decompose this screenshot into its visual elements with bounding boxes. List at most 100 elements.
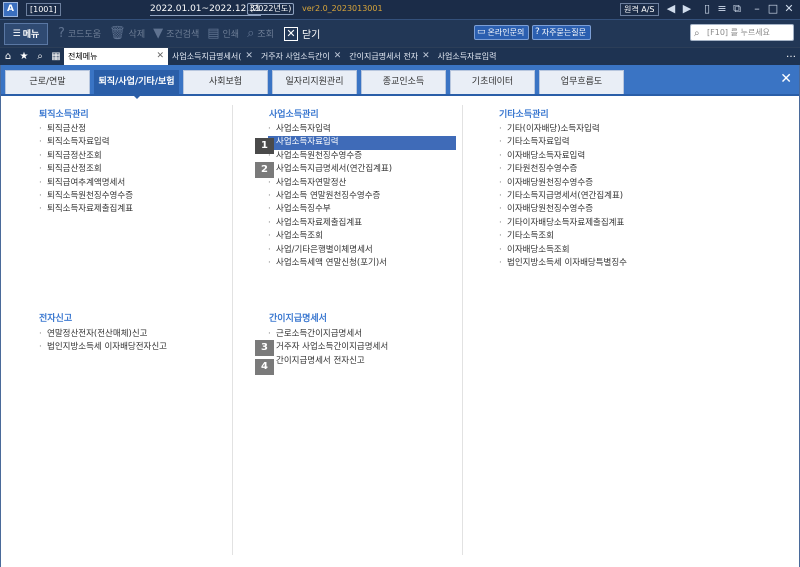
- forward-arrow-icon[interactable]: ▶: [680, 2, 694, 16]
- menu-item[interactable]: 사업소득세액 연말신청(포기)서: [268, 257, 456, 271]
- menu-item[interactable]: 사업소득자료제출집계표: [268, 217, 456, 231]
- tab-simple-statement[interactable]: 간이지급명세서 전자 ✕: [345, 48, 433, 65]
- menu-item[interactable]: 퇴직금산정조회: [39, 163, 133, 177]
- list-view-icon[interactable]: ≡: [715, 2, 729, 16]
- period-range[interactable]: 2022.01.01~2022.12.31: [150, 3, 261, 16]
- magnifier-icon: ⌕: [247, 26, 255, 41]
- menu-item[interactable]: 사업/기타은행별이체명세서: [268, 244, 456, 258]
- tab-business-income-data[interactable]: 사업소득자료입력: [434, 48, 501, 65]
- inquiry-label: 조회: [257, 30, 274, 40]
- category-tab[interactable]: 종교인소득: [361, 70, 446, 94]
- business-menu-list: 사업소득자입력사업소득자료입력사업소득원천징수영수증사업소득지급명세서(연간집계…: [268, 123, 456, 271]
- category-tab[interactable]: 업무흐름도: [539, 70, 624, 94]
- section-title-retirement: 퇴직소득관리: [39, 110, 89, 120]
- menu-item[interactable]: 기타원천징수영수증: [499, 163, 627, 177]
- menu-item[interactable]: 기타(이자배당)소득자입력: [499, 123, 627, 137]
- company-code[interactable]: [1001]: [26, 3, 61, 16]
- book-icon[interactable]: ▯: [700, 2, 714, 16]
- all-menu-panel: 근로/연말 퇴직/사업/기타/보험 사회보험 일자리지원관리 종교인소득 기초데…: [0, 65, 800, 567]
- tab-resident-business[interactable]: 거주자 사업소득간이 ✕: [257, 48, 345, 65]
- maximize-icon[interactable]: □: [766, 2, 780, 16]
- faq-button[interactable]: ? 자주묻는질문: [532, 25, 591, 40]
- inquiry-button[interactable]: ⌕ 조회: [243, 23, 278, 45]
- simple-statement-menu-list: 근로소득간이지급명세서거주자 사업소득간이지급명세서간이지급명세서 전자신고: [268, 328, 388, 369]
- menu-item[interactable]: 퇴직급여추계액명세서: [39, 177, 133, 191]
- search-icon[interactable]: ⌕: [32, 48, 48, 65]
- menu-item[interactable]: 연말정산전자(전산매체)신고: [39, 328, 167, 342]
- menu-item[interactable]: 법인지방소득세 이자배당전자신고: [39, 341, 167, 355]
- code-help-button[interactable]: ? 코드도움: [54, 23, 105, 45]
- section-title-other: 기타소득관리: [499, 110, 549, 120]
- close-tab-icon[interactable]: ✕: [334, 48, 342, 65]
- menu-search-input[interactable]: ⌕ [F10] 를 누르세요: [690, 24, 794, 41]
- menu-item[interactable]: 이자배당원천징수영수증: [499, 177, 627, 191]
- category-tab[interactable]: 근로/연말: [5, 70, 90, 94]
- menu-item[interactable]: 기타소득자료입력: [499, 136, 627, 150]
- step-badge-1: 1: [255, 138, 274, 154]
- menu-item[interactable]: 기타이자배당소득자료제출집계표: [499, 217, 627, 231]
- category-tab[interactable]: 사회보험: [183, 70, 268, 94]
- printer-icon: ▤: [207, 26, 220, 41]
- menu-item[interactable]: 사업소득조회: [268, 230, 456, 244]
- menu-item[interactable]: 퇴직소득원천징수영수증: [39, 190, 133, 204]
- menu-item[interactable]: 퇴직금정산조회: [39, 150, 133, 164]
- monitor-icon: ▭: [477, 27, 486, 37]
- close-window-icon[interactable]: ✕: [782, 2, 796, 16]
- close-label: 닫기: [301, 30, 321, 41]
- calendar-icon[interactable]: ▦: [48, 48, 64, 65]
- column-divider: [232, 105, 233, 555]
- tab-business-statement[interactable]: 사업소득지급명세서( ✕: [168, 48, 257, 65]
- trash-icon: 🗑: [109, 26, 126, 41]
- close-tab-icon[interactable]: ✕: [156, 48, 164, 65]
- category-tab-active[interactable]: 퇴직/사업/기타/보험: [94, 70, 179, 99]
- menu-item[interactable]: 퇴직소득자료입력: [39, 136, 133, 150]
- menu-item[interactable]: 사업소득지급명세서(연간집계표): [268, 163, 456, 177]
- menu-button[interactable]: ☰ 메뉴: [4, 22, 48, 45]
- condition-search-button[interactable]: ▼ 조건검색: [149, 23, 203, 45]
- category-tab-bar: 근로/연말 퇴직/사업/기타/보험 사회보험 일자리지원관리 종교인소득 기초데…: [1, 65, 799, 99]
- menu-item-selected[interactable]: 사업소득자료입력: [268, 136, 456, 150]
- menu-item[interactable]: 퇴직소득자료제출집계표: [39, 203, 133, 217]
- close-x-icon: ✕: [283, 26, 298, 41]
- minimize-icon[interactable]: –: [750, 2, 764, 16]
- remote-support-button[interactable]: 원격 A/S: [620, 3, 659, 16]
- menu-item[interactable]: 법인지방소득세 이자배당특별징수: [499, 257, 627, 271]
- delete-button[interactable]: 🗑 삭제: [105, 23, 149, 45]
- toolbar: ☰ 메뉴 ? 코드도움 🗑 삭제 ▼ 조건검색 ▤ 인쇄 ⌕ 조회 ✕ 닫기: [0, 19, 800, 47]
- online-inquiry-button[interactable]: ▭ 온라인문의: [474, 25, 530, 40]
- menu-item[interactable]: 사업소득자연말정산: [268, 177, 456, 191]
- menu-item[interactable]: 이자배당소득조회: [499, 244, 627, 258]
- category-tab[interactable]: 일자리지원관리: [272, 70, 357, 94]
- section-title-business: 사업소득관리: [269, 110, 319, 120]
- tab-all-menu[interactable]: 전체메뉴 ✕: [64, 48, 168, 65]
- window-layout-icon[interactable]: ⧉: [730, 2, 744, 16]
- menu-item[interactable]: 기타소득조회: [499, 230, 627, 244]
- back-arrow-icon[interactable]: ◀: [664, 2, 678, 16]
- menu-item[interactable]: 간이지급명세서 전자신고: [268, 355, 388, 369]
- close-tab-icon[interactable]: ✕: [422, 48, 430, 65]
- print-label: 인쇄: [222, 30, 240, 40]
- menu-item[interactable]: 거주자 사업소득간이지급명세서: [268, 341, 388, 355]
- close-button[interactable]: ✕ 닫기: [283, 26, 321, 41]
- tab-overflow-icon[interactable]: …: [786, 48, 796, 62]
- home-icon[interactable]: ⌂: [0, 48, 16, 65]
- print-button[interactable]: ▤ 인쇄: [203, 23, 243, 45]
- star-icon[interactable]: ★: [16, 48, 32, 65]
- section-title-simple-statement: 간이지급명세서: [269, 314, 327, 324]
- menu-item[interactable]: 기타소득지급명세서(연간집계표): [499, 190, 627, 204]
- menu-item[interactable]: 사업소득 연말원천징수영수증: [268, 190, 456, 204]
- menu-item[interactable]: 이자배당원천징수영수증: [499, 203, 627, 217]
- filter-icon: ▼: [153, 26, 164, 41]
- tab-label: 전체메뉴: [68, 52, 98, 61]
- menu-item[interactable]: 사업소득원천징수영수증: [268, 150, 456, 164]
- close-panel-icon[interactable]: ✕: [780, 70, 792, 88]
- menu-item[interactable]: 이자배당소득자료입력: [499, 150, 627, 164]
- menu-item[interactable]: 퇴직금산정: [39, 123, 133, 137]
- tab-label: 사업소득지급명세서(: [172, 52, 242, 61]
- category-tab[interactable]: 기초데이터: [450, 70, 535, 94]
- menu-item[interactable]: 근로소득간이지급명세서: [268, 328, 388, 342]
- menu-item[interactable]: 사업소득징수부: [268, 203, 456, 217]
- tab-label: 간이지급명세서 전자: [349, 52, 419, 61]
- close-tab-icon[interactable]: ✕: [245, 48, 253, 65]
- menu-item[interactable]: 사업소득자입력: [268, 123, 456, 137]
